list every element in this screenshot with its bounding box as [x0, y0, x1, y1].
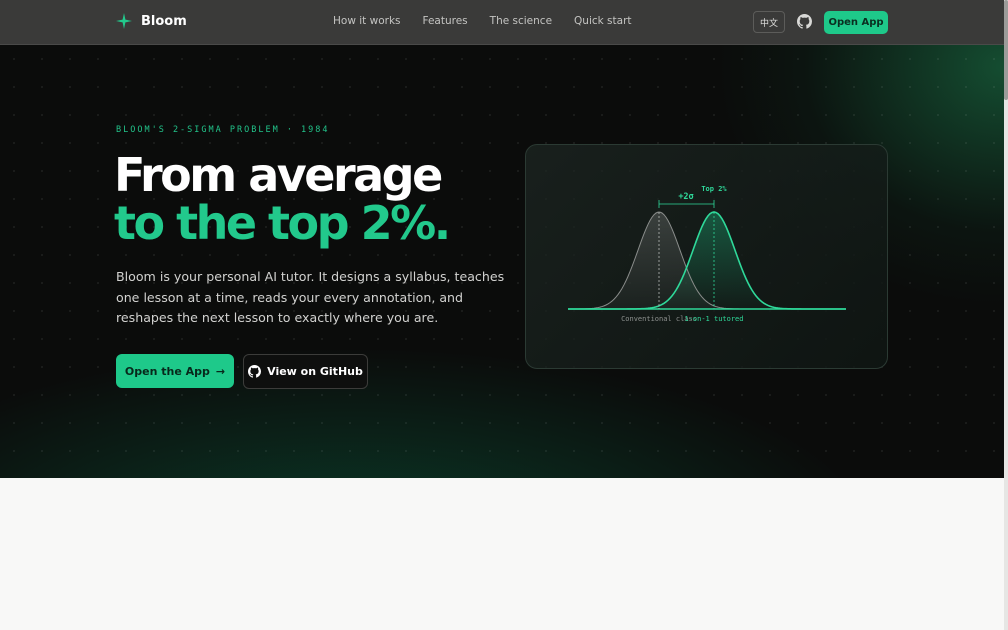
tutored-area — [568, 212, 846, 309]
view-on-github-button[interactable]: View on GitHub — [243, 354, 368, 389]
hero-section: BLOOM'S 2-SIGMA PROBLEM · 1984 From aver… — [0, 45, 1004, 478]
hero-description: Bloom is your personal AI tutor. It desi… — [116, 269, 505, 325]
language-toggle-button[interactable]: 中文 — [753, 11, 785, 33]
bell-curve-card: +2σ Top 2% Conventional class 1-on-1 tut… — [525, 144, 888, 369]
nav-link-features[interactable]: Features — [423, 15, 468, 27]
brand[interactable]: Bloom — [116, 13, 187, 29]
tutored-label: 1-on-1 tutored — [684, 315, 743, 323]
github-icon[interactable] — [797, 14, 812, 29]
scrollbar-thumb[interactable] — [1004, 0, 1008, 100]
shift-label: +2σ — [678, 192, 693, 202]
bell-curve-chart: +2σ Top 2% Conventional class 1-on-1 tut… — [568, 185, 846, 323]
github-icon — [248, 365, 262, 378]
hero-eyebrow: BLOOM'S 2-SIGMA PROBLEM · 1984 — [116, 125, 330, 135]
nav-link-quick-start[interactable]: Quick start — [574, 15, 631, 27]
open-app-nav-button[interactable]: Open App — [824, 11, 888, 34]
nav-link-how-it-works[interactable]: How it works — [333, 15, 401, 27]
page-scrollbar[interactable] — [1004, 0, 1008, 630]
nav-link-the-science[interactable]: The science — [490, 15, 552, 27]
view-on-github-label: View on GitHub — [267, 365, 363, 378]
open-the-app-button[interactable]: Open the App → — [116, 354, 234, 388]
hero-title-line-2: to the top 2%. — [114, 196, 451, 250]
top-nav: Bloom How it works Features The science … — [0, 0, 1004, 45]
top-percent-label: Top 2% — [701, 185, 727, 193]
brand-name: Bloom — [141, 13, 187, 29]
lower-section — [0, 478, 1004, 630]
nav-links: How it works Features The science Quick … — [333, 15, 654, 27]
arrow-right-icon: → — [215, 364, 226, 378]
hero-title-line-1: From average — [114, 148, 443, 202]
sparkle-logo-icon — [116, 13, 132, 29]
open-the-app-label: Open the App — [124, 364, 210, 378]
